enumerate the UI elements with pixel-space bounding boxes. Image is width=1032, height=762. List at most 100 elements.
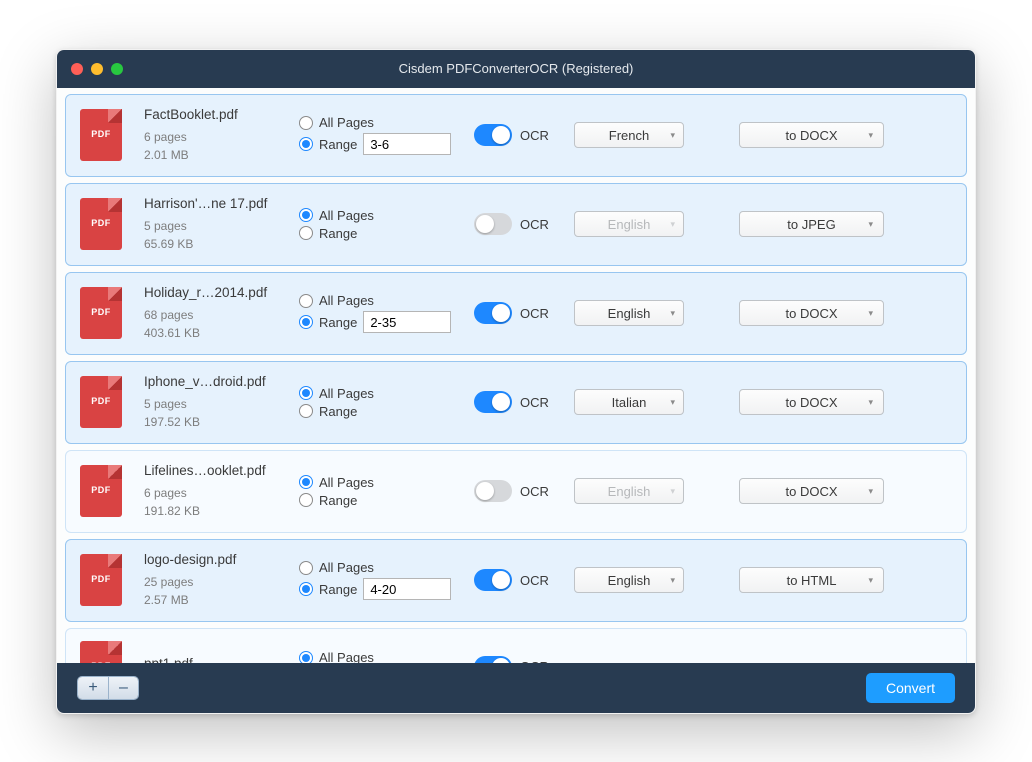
format-value: to DOCX <box>785 306 837 321</box>
all-pages-radio[interactable] <box>299 651 313 663</box>
file-row[interactable]: PDFLifelines…ooklet.pdf6 pages191.82 KBA… <box>65 450 967 533</box>
file-row[interactable]: PDF logo-design.pdf 25 pages2.57 MBAll Pag… <box>65 539 967 622</box>
convert-button[interactable]: Convert <box>866 673 955 703</box>
range-radio[interactable] <box>299 226 313 240</box>
range-radio[interactable] <box>299 137 313 151</box>
language-column: English▾ <box>574 567 739 593</box>
ocr-toggle[interactable] <box>474 213 512 235</box>
minimize-icon[interactable] <box>91 63 103 75</box>
format-select[interactable]: to HTML▾ <box>739 567 884 593</box>
format-select[interactable]: to DOCX ▾ <box>739 478 884 504</box>
format-select[interactable]: to JPEG ▾ <box>739 211 884 237</box>
file-list[interactable]: PDFFactBooklet.pdf6 pages2.01 MBAll Page… <box>57 88 975 663</box>
file-pages: 25 pages <box>144 573 299 591</box>
all-pages-radio[interactable] <box>299 116 313 130</box>
range-input[interactable] <box>363 578 451 600</box>
ocr-control: OCR <box>474 391 574 413</box>
file-meta: Harrison'…ne 17.pdf5 pages65.69 KB <box>144 196 299 253</box>
pages-selection: All PagesRange <box>299 205 474 244</box>
language-select[interactable]: Italian ▾ <box>574 389 684 415</box>
all-pages-label: All Pages <box>319 208 374 223</box>
pdf-badge-label: PDF <box>80 129 122 139</box>
zoom-icon[interactable] <box>111 63 123 75</box>
ocr-toggle[interactable] <box>474 656 512 663</box>
file-pages: 68 pages <box>144 306 299 324</box>
all-pages-radio[interactable] <box>299 561 313 575</box>
format-value: to HTML <box>787 573 837 588</box>
file-size: 191.82 KB <box>144 502 299 520</box>
format-column: to DOCX▾ <box>739 122 884 148</box>
all-pages-radio[interactable] <box>299 208 313 222</box>
pages-selection: All PagesRange <box>299 557 474 603</box>
file-pages: 5 pages <box>144 217 299 235</box>
all-pages-label: All Pages <box>319 650 374 663</box>
ocr-toggle[interactable] <box>474 569 512 591</box>
all-pages-label: All Pages <box>319 293 374 308</box>
language-value: English <box>608 217 651 232</box>
chevron-down-icon: ▾ <box>868 130 873 141</box>
titlebar: Cisdem PDFConverterOCR (Registered) <box>57 50 975 88</box>
language-value: Italian <box>612 395 647 410</box>
file-meta: logo-design.pdf 25 pages2.57 MB <box>144 552 299 609</box>
language-select[interactable]: English▾ <box>574 300 684 326</box>
language-select: English▾ <box>574 478 684 504</box>
pdf-file-icon: PDF <box>80 554 122 606</box>
chevron-down-icon: ▾ <box>670 397 675 408</box>
ocr-control: OCR <box>474 124 574 146</box>
format-value: to DOCX <box>785 484 837 499</box>
all-pages-radio[interactable] <box>299 386 313 400</box>
range-input[interactable] <box>363 311 451 333</box>
format-value: to JPEG <box>787 217 835 232</box>
chevron-down-icon: ▾ <box>670 486 675 497</box>
file-row[interactable]: PDFFactBooklet.pdf6 pages2.01 MBAll Page… <box>65 94 967 177</box>
chevron-down-icon: ▾ <box>670 130 675 141</box>
ocr-label: OCR <box>520 306 549 321</box>
language-select[interactable]: English▾ <box>574 567 684 593</box>
close-icon[interactable] <box>71 63 83 75</box>
ocr-label: OCR <box>520 395 549 410</box>
ocr-toggle[interactable] <box>474 391 512 413</box>
all-pages-radio[interactable] <box>299 294 313 308</box>
language-column: English▾ <box>574 211 739 237</box>
file-row[interactable]: PDFppt1.pdfAll PagesRangeOCR <box>65 628 967 663</box>
ocr-toggle[interactable] <box>474 302 512 324</box>
format-select[interactable]: to DOCX▾ <box>739 122 884 148</box>
ocr-control: OCR <box>474 569 574 591</box>
language-select[interactable]: French▾ <box>574 122 684 148</box>
language-column: English▾ <box>574 478 739 504</box>
all-pages-radio[interactable] <box>299 475 313 489</box>
file-size: 2.57 MB <box>144 591 299 609</box>
range-radio[interactable] <box>299 404 313 418</box>
range-radio[interactable] <box>299 582 313 596</box>
file-name: logo-design.pdf <box>144 552 299 567</box>
ocr-toggle[interactable] <box>474 124 512 146</box>
format-select[interactable]: to DOCX▾ <box>739 389 884 415</box>
file-size: 197.52 KB <box>144 413 299 431</box>
file-meta: Iphone_v…droid.pdf5 pages197.52 KB <box>144 374 299 431</box>
range-label: Range <box>319 582 357 597</box>
format-select[interactable]: to DOCX▾ <box>739 300 884 326</box>
range-label: Range <box>319 493 357 508</box>
ocr-label: OCR <box>520 128 549 143</box>
pdf-file-icon: PDF <box>80 376 122 428</box>
pdf-file-icon: PDF <box>80 198 122 250</box>
file-pages: 5 pages <box>144 395 299 413</box>
file-pages: 6 pages <box>144 128 299 146</box>
file-row[interactable]: PDFHoliday_r…2014.pdf68 pages403.61 KBAl… <box>65 272 967 355</box>
pdf-file-icon: PDF <box>80 287 122 339</box>
range-input[interactable] <box>363 133 451 155</box>
range-radio[interactable] <box>299 493 313 507</box>
add-button[interactable]: + <box>78 677 108 699</box>
ocr-toggle[interactable] <box>474 480 512 502</box>
remove-button[interactable]: – <box>108 677 138 699</box>
format-column: to JPEG ▾ <box>739 211 884 237</box>
file-row[interactable]: PDFHarrison'…ne 17.pdf5 pages65.69 KBAll… <box>65 183 967 266</box>
file-size: 65.69 KB <box>144 235 299 253</box>
pdf-badge-label: PDF <box>80 307 122 317</box>
ocr-control: OCR <box>474 656 574 663</box>
language-column: Italian ▾ <box>574 389 739 415</box>
range-radio[interactable] <box>299 315 313 329</box>
chevron-down-icon: ▾ <box>868 219 873 230</box>
chevron-down-icon: ▾ <box>868 486 873 497</box>
file-row[interactable]: PDFIphone_v…droid.pdf5 pages197.52 KBAll… <box>65 361 967 444</box>
